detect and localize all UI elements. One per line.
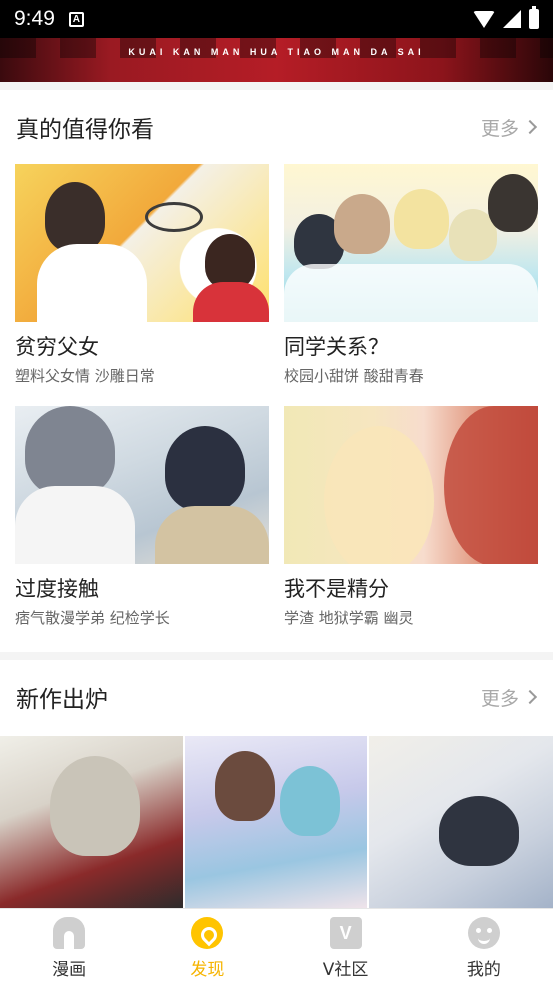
tab-label: V社区 [322, 960, 369, 980]
comic-card[interactable]: 同学关系？ 校园小甜饼 酸甜青春 [284, 164, 538, 385]
comic-title: 同学关系？ [284, 335, 389, 359]
comic-card[interactable]: 我不是精分 学渣 地狱学霸 幽灵 [284, 406, 538, 627]
chevron-right-icon [522, 119, 538, 135]
comic-tags: 痞气散漫学弟 纪检学长 [15, 609, 170, 627]
tab-profile[interactable]: 我的 [415, 909, 553, 984]
signal-icon [503, 10, 521, 28]
comic-title: 我不是精分 [284, 577, 389, 601]
comic-tags: 校园小甜饼 酸甜青春 [284, 367, 424, 385]
comic-icon [53, 917, 86, 949]
v-community-icon: V [329, 917, 362, 949]
more-button[interactable]: 更多 [480, 684, 538, 711]
status-icons [473, 6, 539, 29]
notification-icon: A [68, 11, 84, 27]
new-comic-cover[interactable] [0, 736, 183, 910]
recommend-header: 真的值得你看 更多 [16, 110, 538, 144]
comic-card[interactable]: 贫穷父女 塑料父女情 沙雕日常 [15, 164, 269, 385]
status-bar: 9:49 A [0, 0, 553, 38]
comic-cover[interactable] [15, 164, 269, 322]
chevron-right-icon [522, 689, 538, 705]
new-works-header: 新作出炉 更多 [16, 680, 538, 714]
wifi-icon [473, 10, 495, 28]
profile-icon [467, 917, 500, 949]
comic-card[interactable]: 过度接触 痞气散漫学弟 纪检学长 [15, 406, 269, 627]
tab-label: 漫画 [52, 960, 87, 980]
battery-icon [529, 6, 539, 29]
new-works-section: 新作出炉 更多 [0, 660, 553, 910]
tab-discover[interactable]: 发现 [138, 909, 276, 984]
section-title: 真的值得你看 [16, 117, 154, 143]
tab-comic[interactable]: 漫画 [0, 909, 138, 984]
tab-v-community[interactable]: V V社区 [277, 909, 415, 984]
bottom-tab-bar: 漫画 发现 V V社区 我的 [0, 908, 553, 984]
comic-tags: 学渣 地狱学霸 幽灵 [284, 609, 414, 627]
tab-label: 发现 [190, 960, 225, 980]
discover-icon [191, 917, 224, 949]
comic-cover[interactable] [284, 164, 538, 322]
more-label: 更多 [480, 117, 519, 140]
new-comic-cover[interactable] [185, 736, 367, 910]
banner-subtitle: KUAI KAN MAN HUA TIAO MAN DA SAI [128, 47, 425, 57]
more-button[interactable]: 更多 [480, 114, 538, 141]
top-banner[interactable]: KUAI KAN MAN HUA TIAO MAN DA SAI [0, 38, 553, 82]
comic-tags: 塑料父女情 沙雕日常 [15, 367, 155, 385]
recommend-section: 真的值得你看 更多 贫穷父女 塑料父女情 沙雕日常 同学关系？ 校园小甜饼 酸甜… [0, 90, 553, 652]
comic-title: 过度接触 [15, 577, 99, 601]
comic-cover[interactable] [15, 406, 269, 564]
more-label: 更多 [480, 687, 519, 710]
comic-cover[interactable] [284, 406, 538, 564]
section-title: 新作出炉 [16, 687, 108, 713]
status-time: 9:49 [14, 7, 55, 30]
new-comic-cover[interactable] [369, 736, 553, 910]
tab-label: 我的 [466, 960, 501, 980]
comic-title: 贫穷父女 [15, 335, 99, 359]
